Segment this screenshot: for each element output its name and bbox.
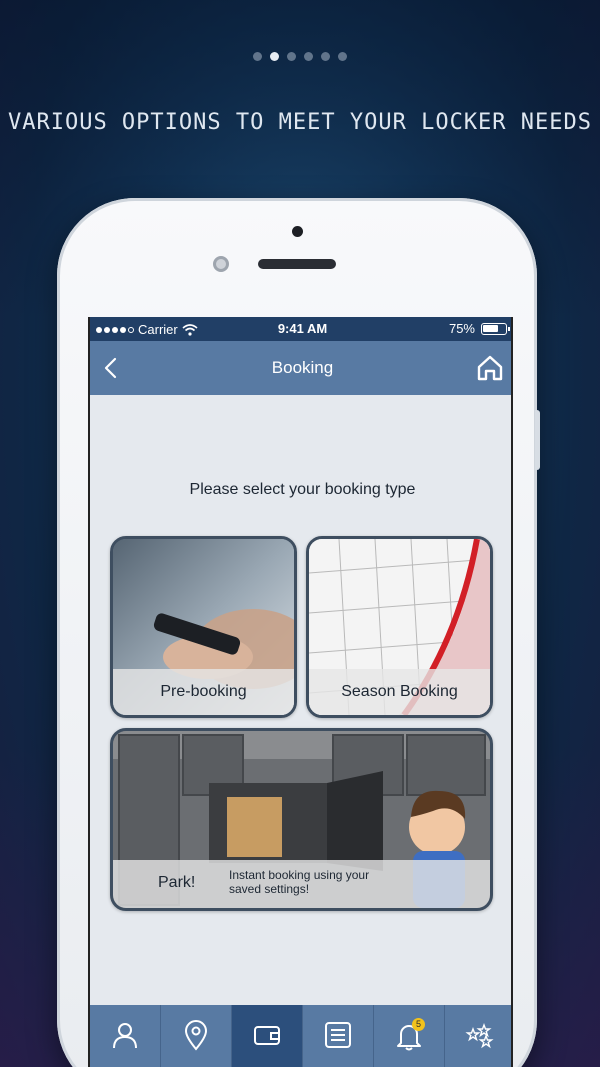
tab-bar: 5 — [90, 1005, 511, 1067]
map-pin-icon — [184, 1020, 208, 1051]
tab-bookings[interactable] — [303, 1005, 374, 1067]
page-dot[interactable] — [253, 52, 262, 61]
nav-bar: Booking — [90, 341, 511, 395]
status-right: 75% — [448, 321, 510, 336]
battery-fill — [483, 324, 498, 332]
home-icon — [477, 355, 503, 381]
park-label-bar: Park! Instant booking using your saved s… — [113, 860, 490, 908]
stars-icon — [465, 1023, 494, 1049]
phone-screen: Carrier 9:41 AM 75% Booking Please selec… — [88, 317, 513, 1067]
locker-list-icon — [325, 1022, 351, 1048]
booking-prompt: Please select your booking type — [189, 481, 416, 498]
season-booking-label-bar: Season Booking — [309, 669, 490, 715]
notification-badge: 5 — [412, 1018, 425, 1031]
pre-booking-label: Pre-booking — [160, 683, 247, 700]
page-dot[interactable] — [304, 52, 313, 61]
page-dot-active[interactable] — [270, 52, 279, 61]
tab-profile[interactable] — [90, 1005, 161, 1067]
season-booking-card[interactable]: Season Booking — [306, 536, 493, 718]
battery-percent: 75% — [448, 321, 475, 336]
home-button[interactable] — [475, 353, 505, 383]
pre-booking-card[interactable]: Pre-booking — [110, 536, 297, 718]
phone-sensor — [213, 256, 229, 272]
tab-notifications[interactable]: 5 — [374, 1005, 445, 1067]
tab-locations[interactable] — [161, 1005, 232, 1067]
tab-rewards[interactable] — [445, 1005, 511, 1067]
page-dot[interactable] — [338, 52, 347, 61]
park-description: Instant booking using your saved setting… — [229, 868, 370, 896]
page-dot[interactable] — [287, 52, 296, 61]
pre-booking-label-bar: Pre-booking — [113, 669, 294, 715]
phone-speaker — [258, 259, 336, 269]
page-dot[interactable] — [321, 52, 330, 61]
wallet-icon — [254, 1026, 280, 1045]
status-bar: Carrier 9:41 AM 75% — [90, 317, 511, 341]
page-title: Booking — [271, 358, 334, 377]
park-label: Park! — [158, 874, 196, 891]
season-booking-label: Season Booking — [341, 683, 458, 700]
page-indicator — [0, 52, 600, 61]
tab-wallet[interactable] — [232, 1005, 303, 1067]
park-card[interactable]: Park! Instant booking using your saved s… — [110, 728, 493, 911]
user-icon — [113, 1023, 137, 1049]
headline: Various options to meet your locker need… — [7, 110, 593, 135]
phone-side-button — [535, 410, 540, 470]
phone-camera — [292, 226, 303, 237]
battery-icon — [481, 322, 510, 335]
